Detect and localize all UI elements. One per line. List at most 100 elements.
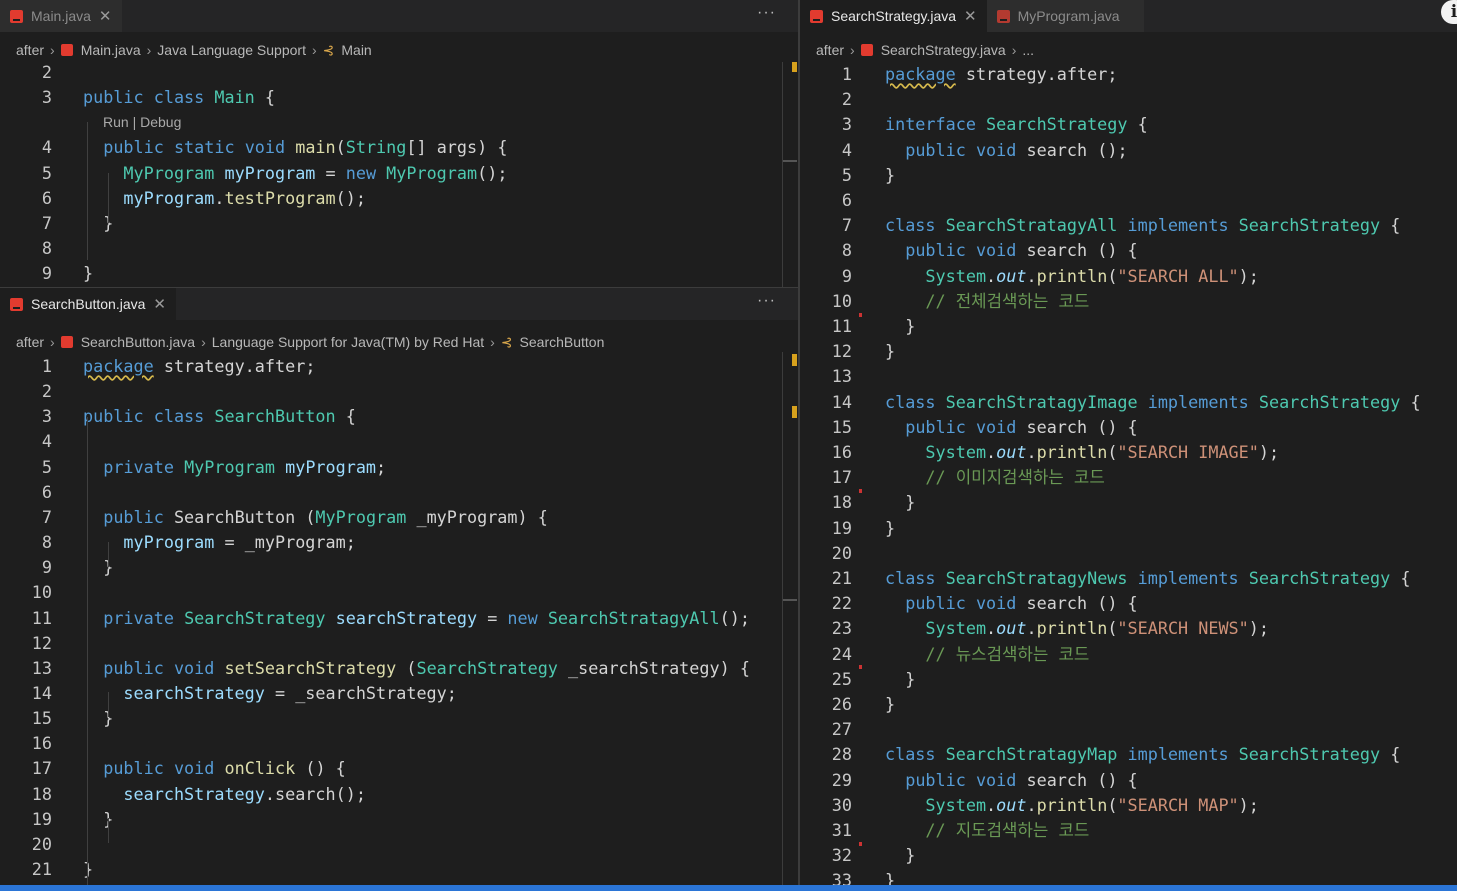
breadcrumb-file[interactable]: SearchStrategy.java xyxy=(881,42,1006,58)
code-line[interactable]: 3 public class Main { xyxy=(0,85,798,110)
code-line[interactable]: 8 public void search () { xyxy=(800,238,1457,263)
line-number: 1 xyxy=(41,356,52,376)
code-text: public void search () { xyxy=(905,593,1138,614)
code-line[interactable]: 19 } xyxy=(0,807,798,832)
code-line[interactable]: 11 private SearchStrategy searchStrategy… xyxy=(0,606,798,631)
code-line[interactable]: 25 } xyxy=(800,667,1457,692)
code-line[interactable]: 8 xyxy=(0,236,798,261)
more-actions-icon[interactable]: ··· xyxy=(757,4,776,22)
code-line[interactable]: 3 public class SearchButton { xyxy=(0,404,798,429)
code-line[interactable]: 14 class SearchStratagyImage implements S… xyxy=(800,390,1457,415)
code-line[interactable]: 6 xyxy=(0,480,798,505)
code-line[interactable]: 2 xyxy=(0,379,798,404)
code-line[interactable]: 28 class SearchStratagyMap implements Sea… xyxy=(800,742,1457,767)
code-line[interactable]: 6 myProgram.testProgram(); xyxy=(0,186,798,211)
code-line[interactable]: 11 } xyxy=(800,314,1457,339)
code-line[interactable]: 32 } xyxy=(800,843,1457,868)
code-line[interactable]: 1 package strategy.after; xyxy=(800,62,1457,87)
code-line[interactable]: 22 public void search () { xyxy=(800,591,1457,616)
code-line[interactable]: 6 xyxy=(800,188,1457,213)
code-line[interactable]: 17 public void onClick () { xyxy=(0,756,798,781)
code-line[interactable]: 24 // 뉴스검색하는 코드 xyxy=(800,642,1457,667)
code-line[interactable]: 23 System.out.println("SEARCH NEWS"); xyxy=(800,616,1457,641)
breadcrumb: after › Main.java › Java Language Support ›… xyxy=(16,41,372,59)
tab-label: SearchButton.java xyxy=(31,296,146,312)
code-line[interactable]: 4 public static void main(String[] args)… xyxy=(0,135,798,160)
code-line[interactable]: 7 class SearchStratagyAll implements Sear… xyxy=(800,213,1457,238)
code-line[interactable]: 2 xyxy=(0,60,798,85)
code-line[interactable]: 17 // 이미지검색하는 코드 xyxy=(800,465,1457,490)
breadcrumb-file[interactable]: Main.java xyxy=(81,42,141,58)
line-number: 6 xyxy=(41,187,52,208)
close-icon[interactable]: ✕ xyxy=(964,7,977,25)
codelens-run-debug[interactable]: Run | Debug xyxy=(103,112,181,132)
tab-main-java[interactable]: Main.java ✕ xyxy=(0,0,122,32)
code-line[interactable]: 18 } xyxy=(800,490,1457,515)
tab-search-button-java[interactable]: SearchButton.java ✕ xyxy=(0,288,176,320)
code-line[interactable]: 7 public SearchButton (MyProgram _myProg… xyxy=(0,505,798,530)
code-line[interactable]: 9 } xyxy=(0,555,798,580)
code-line[interactable]: 15 } xyxy=(0,706,798,731)
code-editor[interactable]: 2 3 public class Main {Run | Debug 4 public… xyxy=(0,60,798,287)
code-line[interactable]: 16 System.out.println("SEARCH IMAGE"); xyxy=(800,440,1457,465)
code-line[interactable]: 10 xyxy=(0,580,798,605)
code-line[interactable]: 9} xyxy=(0,261,798,286)
code-line[interactable]: 4 public void search (); xyxy=(800,138,1457,163)
code-text: class SearchStratagyImage implements Sea… xyxy=(885,391,1421,412)
code-line[interactable]: 13 xyxy=(800,364,1457,389)
code-line[interactable]: 21} xyxy=(0,857,798,882)
code-line[interactable]: 21 class SearchStratagyNews implements Se… xyxy=(800,566,1457,591)
breadcrumb-folder[interactable]: after xyxy=(816,42,844,58)
gutter-marker xyxy=(859,489,862,493)
code-line[interactable]: 27 xyxy=(800,717,1457,742)
code-line[interactable]: 5 MyProgram myProgram = new MyProgram(); xyxy=(0,161,798,186)
breadcrumb-symbol[interactable]: SearchButton xyxy=(520,334,605,350)
line-number: 4 xyxy=(41,137,52,158)
tab-search-strategy-java[interactable]: SearchStrategy.java ✕ xyxy=(800,0,987,32)
code-line[interactable]: 1 package strategy.after; xyxy=(0,354,798,379)
code-line[interactable]: 19} xyxy=(800,516,1457,541)
breadcrumb-file[interactable]: SearchButton.java xyxy=(81,334,195,350)
code-line[interactable]: 2 xyxy=(800,87,1457,112)
code-line[interactable]: 20 xyxy=(800,541,1457,566)
code-line[interactable]: 8 myProgram = _myProgram; xyxy=(0,530,798,555)
code-line[interactable]: 7 } xyxy=(0,211,798,236)
breadcrumb-extension[interactable]: Language Support for Java(TM) by Red Hat xyxy=(212,334,484,350)
code-line[interactable]: 13 public void setSearchStrategy (Search… xyxy=(0,656,798,681)
scrollbar-track[interactable] xyxy=(782,62,783,287)
code-line[interactable]: 14 searchStrategy = _searchStrategy; xyxy=(0,681,798,706)
code-line[interactable]: 26} xyxy=(800,692,1457,717)
code-line[interactable]: 20 xyxy=(0,832,798,857)
line-number: 16 xyxy=(831,442,852,462)
code-line[interactable]: 29 public void search () { xyxy=(800,768,1457,793)
code-line[interactable]: 15 public void search () { xyxy=(800,415,1457,440)
breadcrumb-more[interactable]: ... xyxy=(1022,42,1034,58)
code-line[interactable]: 4 xyxy=(0,429,798,454)
code-line[interactable]: 10 // 전체검색하는 코드 xyxy=(800,289,1457,314)
close-icon[interactable]: ✕ xyxy=(153,295,166,313)
code-line[interactable]: 30 System.out.println("SEARCH MAP"); xyxy=(800,793,1457,818)
code-editor[interactable]: 1 package strategy.after; 2 3 interface Sear… xyxy=(800,62,1457,891)
breadcrumb-extension[interactable]: Java Language Support xyxy=(157,42,306,58)
close-icon[interactable]: ✕ xyxy=(99,7,112,25)
breadcrumb-folder[interactable]: after xyxy=(16,42,44,58)
editor-split-divider[interactable] xyxy=(0,287,798,288)
code-line[interactable]: 9 System.out.println("SEARCH ALL"); xyxy=(800,264,1457,289)
code-line[interactable]: 3 interface SearchStrategy { xyxy=(800,112,1457,137)
code-line[interactable]: 12 xyxy=(0,631,798,656)
code-line[interactable]: 16 xyxy=(0,731,798,756)
more-actions-icon[interactable]: ··· xyxy=(757,292,776,310)
code-line[interactable]: 5 private MyProgram myProgram; xyxy=(0,455,798,480)
code-line[interactable]: 18 searchStrategy.search(); xyxy=(0,782,798,807)
code-line[interactable]: 31 // 지도검색하는 코드 xyxy=(800,818,1457,843)
editor-group-divider[interactable] xyxy=(798,0,800,891)
line-number: 3 xyxy=(41,406,52,427)
breadcrumb-symbol[interactable]: Main xyxy=(341,42,371,58)
code-editor[interactable]: 1 package strategy.after; 2 3 public class S… xyxy=(0,354,798,891)
code-text: MyProgram myProgram = new MyProgram(); xyxy=(123,162,508,183)
code-line[interactable]: 5} xyxy=(800,163,1457,188)
scrollbar-track[interactable] xyxy=(782,352,783,891)
breadcrumb-folder[interactable]: after xyxy=(16,334,44,350)
code-line[interactable]: 12} xyxy=(800,339,1457,364)
tab-my-program-java[interactable]: MyProgram.java xyxy=(986,0,1144,32)
